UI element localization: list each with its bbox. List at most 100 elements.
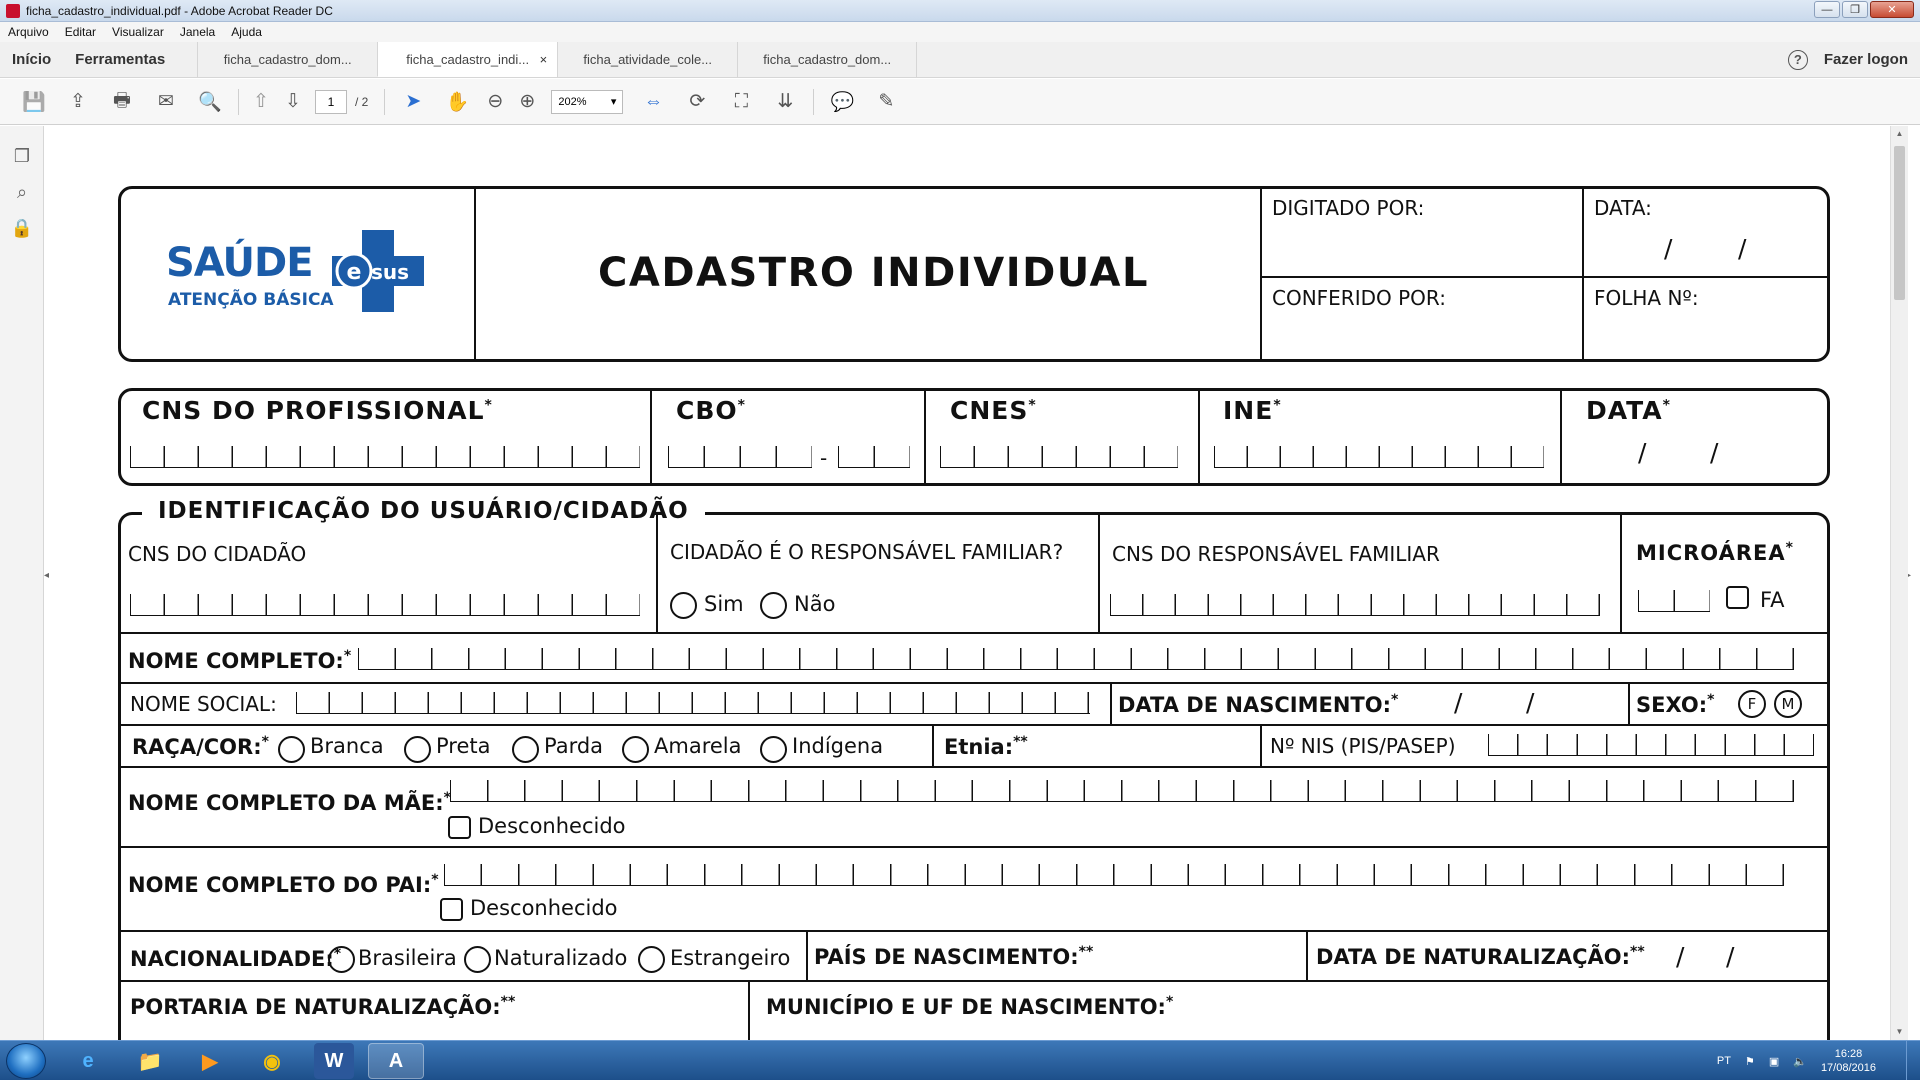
- menu-janela[interactable]: Janela: [172, 25, 223, 39]
- ine-field[interactable]: [1214, 446, 1544, 468]
- radio-branca[interactable]: [278, 736, 305, 763]
- ie-icon[interactable]: e: [60, 1043, 116, 1079]
- scroll-down-icon[interactable]: ▼: [1891, 1024, 1908, 1040]
- radio-indigena[interactable]: [760, 736, 787, 763]
- radio-sexo-f[interactable]: F: [1738, 690, 1766, 718]
- media-player-icon[interactable]: ▶: [182, 1043, 238, 1079]
- nome-completo-field[interactable]: [358, 648, 1794, 670]
- menu-ajuda[interactable]: Ajuda: [223, 25, 270, 39]
- doc-tab-2-active[interactable]: ficha_cadastro_indi... ×: [377, 42, 558, 77]
- nome-social-field[interactable]: [296, 692, 1090, 714]
- radio-nao[interactable]: [760, 592, 787, 619]
- volume-icon[interactable]: 🔈: [1793, 1055, 1807, 1068]
- prev-page-icon[interactable]: ⇧: [245, 84, 277, 120]
- explorer-icon[interactable]: 📁: [122, 1043, 178, 1079]
- save-icon[interactable]: 💾: [12, 84, 56, 120]
- menu-arquivo[interactable]: Arquivo: [0, 25, 57, 39]
- language-indicator[interactable]: PT: [1717, 1055, 1731, 1067]
- label-folha: FOLHA Nº:: [1594, 286, 1699, 310]
- taskbar: e 📁 ▶ ◉ W A PT ⚑ ▣ 🔈 16:28 17/08/2016: [0, 1040, 1920, 1080]
- cns-profissional-field[interactable]: [130, 446, 640, 468]
- checkbox-pai-desconhecido[interactable]: [440, 898, 463, 921]
- acrobat-taskbar-icon[interactable]: A: [368, 1043, 424, 1079]
- radio-parda[interactable]: [512, 736, 539, 763]
- show-desktop-button[interactable]: [1906, 1041, 1920, 1080]
- cbo-field-a[interactable]: [668, 446, 812, 468]
- fullscreen-icon[interactable]: ⛶: [719, 84, 763, 120]
- label-microarea: MICROÁREA*: [1636, 540, 1794, 565]
- minimize-button[interactable]: —: [1814, 1, 1840, 18]
- radio-naturalizado[interactable]: [464, 946, 491, 973]
- doc-tab-1[interactable]: ficha_cadastro_dom...: [197, 42, 377, 77]
- start-button[interactable]: [6, 1043, 46, 1079]
- scroll-mode-icon[interactable]: ⇊: [763, 84, 807, 120]
- network-icon[interactable]: ▣: [1769, 1055, 1779, 1068]
- doc-tab-3[interactable]: ficha_atividade_cole...: [557, 42, 737, 77]
- divider: [1620, 514, 1622, 634]
- comment-icon[interactable]: 💬: [820, 84, 864, 120]
- checkbox-mae-desconhecido[interactable]: [448, 816, 471, 839]
- close-button[interactable]: ✕: [1870, 1, 1914, 18]
- divider: [1260, 724, 1262, 766]
- vertical-scrollbar[interactable]: ▲ ▼: [1890, 126, 1908, 1040]
- logon-link[interactable]: Fazer logon: [1824, 51, 1908, 68]
- pages-panel-icon[interactable]: ❐: [0, 138, 44, 174]
- collapse-panel-icon[interactable]: ◂: [44, 570, 49, 581]
- tab-tools[interactable]: Ferramentas: [63, 42, 177, 77]
- scroll-thumb[interactable]: [1894, 146, 1905, 300]
- tab-home[interactable]: Início: [0, 42, 63, 77]
- mail-icon[interactable]: ✉: [144, 84, 188, 120]
- zoom-out-icon[interactable]: ⊖: [479, 84, 511, 120]
- sign-icon[interactable]: ✎: [864, 84, 908, 120]
- radio-preta[interactable]: [404, 736, 431, 763]
- toolbar-separator: [384, 88, 386, 115]
- cns-cidadao-field[interactable]: [130, 594, 640, 616]
- hand-tool-icon[interactable]: ✋: [435, 84, 479, 120]
- radio-sexo-m[interactable]: M: [1774, 690, 1802, 718]
- document-page[interactable]: SAÚDE e sus ATENÇÃO BÁSICA CADASTRO INDI…: [58, 126, 1890, 1040]
- attachments-icon[interactable]: ⌕: [0, 174, 44, 210]
- fit-width-icon[interactable]: ⇔: [631, 84, 675, 120]
- page-number-input[interactable]: 1: [315, 89, 347, 114]
- print-icon[interactable]: 🖶: [100, 84, 144, 120]
- zoom-in-icon[interactable]: ⊕: [511, 84, 543, 120]
- close-tab-icon[interactable]: ×: [540, 52, 548, 67]
- word-icon[interactable]: W: [314, 1043, 354, 1079]
- radio-estrangeiro[interactable]: [638, 946, 665, 973]
- flag-icon[interactable]: ⚑: [1745, 1055, 1755, 1068]
- nome-pai-field[interactable]: [444, 864, 1784, 886]
- nome-mae-field[interactable]: [450, 780, 1794, 802]
- doc-tab-4[interactable]: ficha_cadastro_dom...: [737, 42, 918, 77]
- microarea-field[interactable]: [1638, 590, 1710, 612]
- next-page-icon[interactable]: ⇩: [277, 84, 309, 120]
- upload-icon[interactable]: ⇪: [56, 84, 100, 120]
- help-icon[interactable]: ?: [1787, 49, 1808, 70]
- radio-amarela[interactable]: [622, 736, 649, 763]
- label-nome-pai: NOME COMPLETO DO PAI:*: [128, 872, 439, 897]
- radio-brasileira[interactable]: [328, 946, 355, 973]
- checkbox-fa[interactable]: [1726, 586, 1749, 609]
- toolbar-separator: [238, 88, 239, 115]
- restore-button[interactable]: ❐: [1842, 1, 1868, 18]
- label-cnes: CNES*: [950, 396, 1037, 425]
- select-cursor-icon[interactable]: ➤: [391, 84, 435, 120]
- menu-editar[interactable]: Editar: [57, 25, 104, 39]
- nis-field[interactable]: [1488, 734, 1814, 756]
- option-indigena: Indígena: [792, 734, 884, 758]
- label-nome-social: NOME SOCIAL:: [130, 692, 277, 716]
- cns-responsavel-field[interactable]: [1110, 594, 1600, 616]
- menu-visualizar[interactable]: Visualizar: [104, 25, 172, 39]
- form-title: CADASTRO INDIVIDUAL: [598, 250, 1149, 296]
- scroll-up-icon[interactable]: ▲: [1891, 126, 1908, 142]
- security-icon[interactable]: 🔒: [0, 210, 44, 246]
- search-icon[interactable]: 🔍: [188, 84, 232, 120]
- logo-subtitle: ATENÇÃO BÁSICA: [168, 290, 334, 310]
- radio-sim[interactable]: [670, 592, 697, 619]
- rotate-icon[interactable]: ⟳: [675, 84, 719, 120]
- cbo-field-b[interactable]: [838, 446, 910, 468]
- date-separator: /: [1454, 688, 1463, 717]
- zoom-select[interactable]: 202% ▾: [551, 89, 624, 114]
- clock[interactable]: 16:28 17/08/2016: [1821, 1047, 1876, 1075]
- cnes-field[interactable]: [940, 446, 1178, 468]
- chrome-icon[interactable]: ◉: [244, 1043, 300, 1079]
